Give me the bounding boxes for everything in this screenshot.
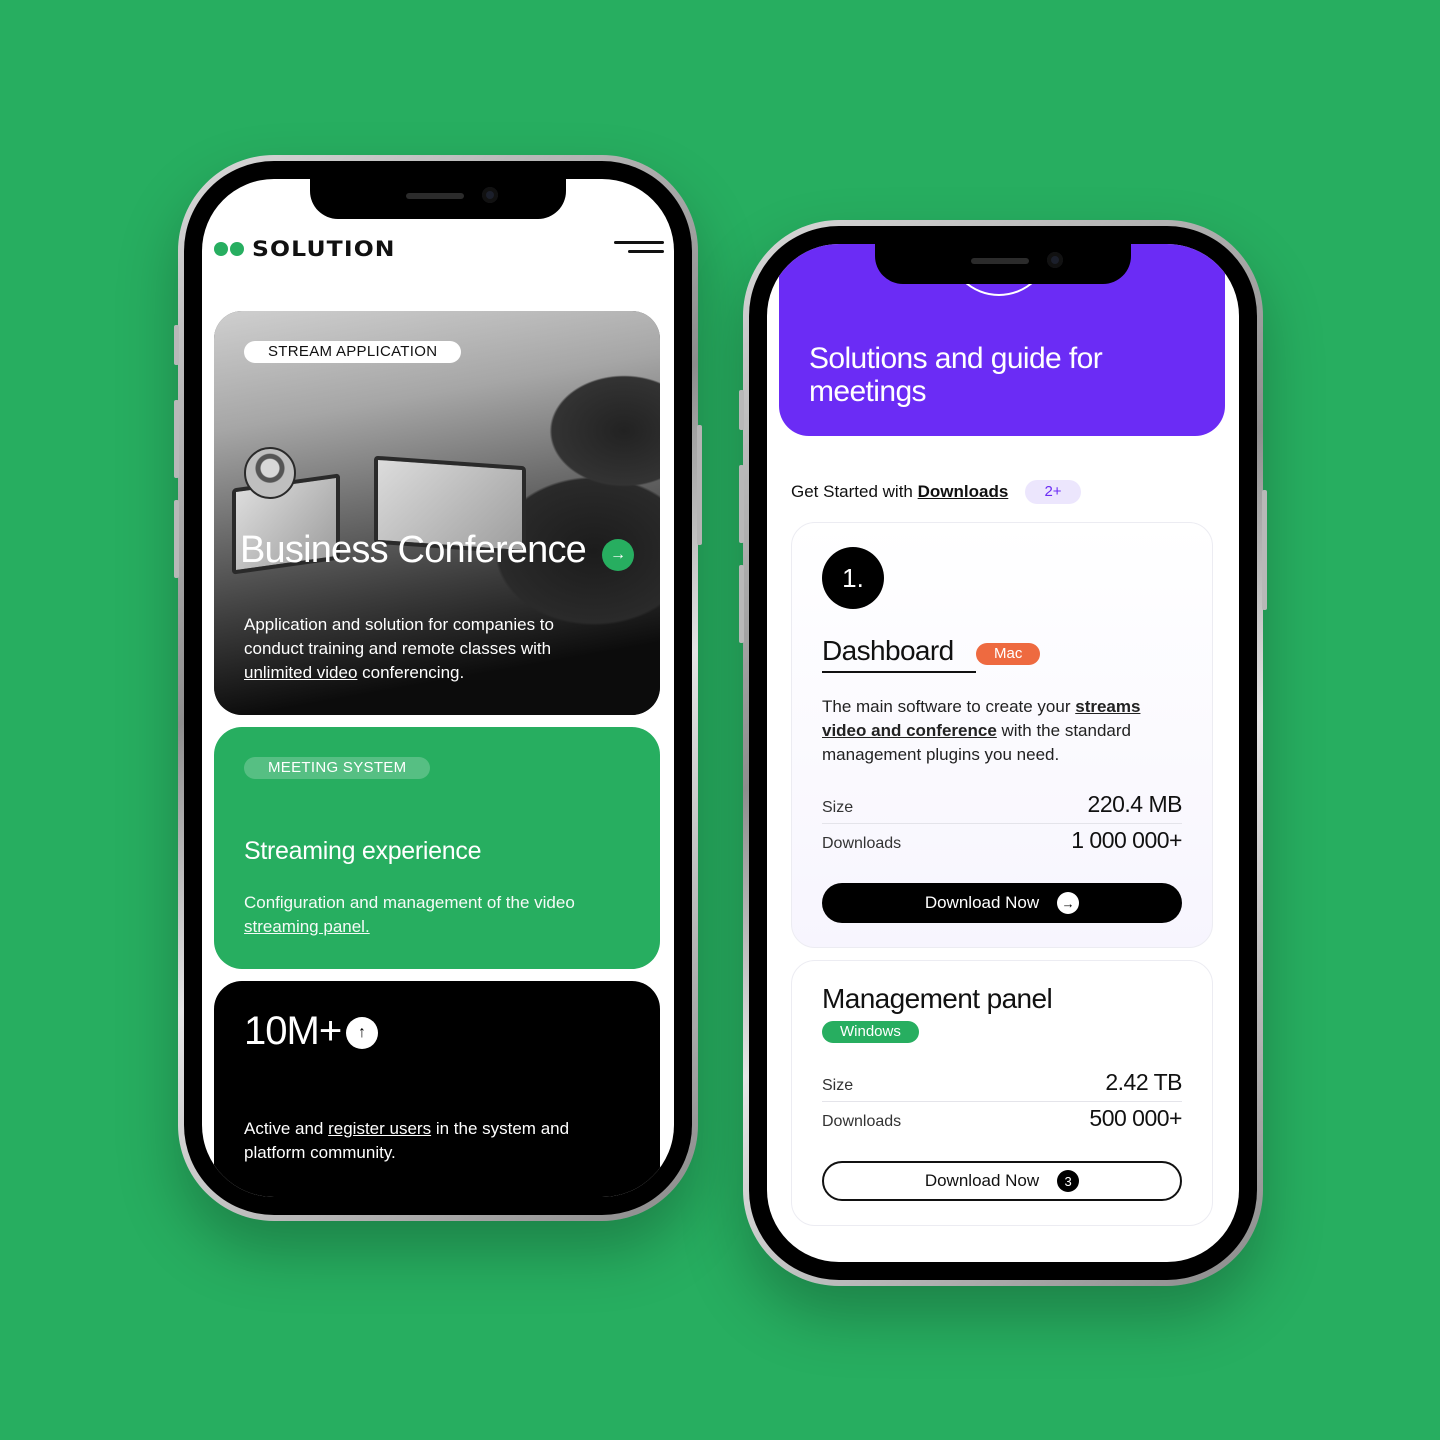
size-label: Size bbox=[822, 799, 854, 816]
notch bbox=[875, 244, 1131, 284]
speaker bbox=[406, 193, 464, 199]
count-badge: 2+ bbox=[1025, 480, 1081, 504]
streaming-panel-link[interactable]: streaming panel. bbox=[244, 917, 370, 936]
downloads-label: Downloads bbox=[822, 1113, 902, 1130]
register-users-link[interactable]: register users bbox=[328, 1119, 431, 1138]
avatar[interactable] bbox=[244, 447, 296, 499]
os-tag-windows: Windows bbox=[822, 1021, 919, 1043]
download-card-dashboard: 1. Dashboard Mac The main software to cr… bbox=[791, 522, 1213, 948]
unlimited-video-link[interactable]: unlimited video bbox=[244, 663, 357, 682]
category-tag: MEETING SYSTEM bbox=[244, 757, 431, 779]
card-title: Dashboard bbox=[822, 635, 954, 666]
side-button bbox=[174, 400, 179, 478]
brand-logo[interactable]: SOLUTION bbox=[214, 237, 395, 261]
card-title: Management panel bbox=[822, 983, 1053, 1014]
divider bbox=[822, 823, 1182, 824]
downloads-link[interactable]: Downloads bbox=[918, 482, 1009, 501]
phone-bezel: Solutions and guide for meetings Get Sta… bbox=[749, 226, 1257, 1280]
hero-title: Solutions and guide for meetings bbox=[809, 342, 1103, 408]
conference-card[interactable]: STREAM APPLICATION Business Conference →… bbox=[214, 311, 660, 715]
stat-value: 10M+ bbox=[244, 1009, 342, 1053]
category-tag: STREAM APPLICATION bbox=[244, 341, 462, 363]
side-button bbox=[697, 425, 702, 545]
button-label: Download Now bbox=[924, 1171, 1040, 1190]
download-now-button[interactable]: Download Now → bbox=[822, 883, 1182, 923]
speaker bbox=[971, 258, 1029, 264]
count-badge: 3 bbox=[1057, 1170, 1080, 1192]
phone-bezel: SOLUTION STREAM APPLICATION Business Con… bbox=[184, 161, 692, 1215]
card-title: Business Conference bbox=[240, 529, 587, 571]
screen: Solutions and guide for meetings Get Sta… bbox=[767, 244, 1239, 1262]
camera-icon bbox=[482, 187, 498, 203]
arrow-up-icon[interactable]: ↑ bbox=[346, 1017, 378, 1049]
side-button bbox=[1262, 490, 1267, 610]
downloads-label: Downloads bbox=[822, 835, 902, 852]
card-description: Configuration and management of the vide… bbox=[244, 893, 575, 936]
card-title: Streaming experience bbox=[244, 837, 482, 865]
phone-left: SOLUTION STREAM APPLICATION Business Con… bbox=[174, 155, 702, 1221]
logo-icon bbox=[214, 242, 244, 256]
download-card-management: Management panel Windows Size 2.42 TB Do… bbox=[791, 960, 1213, 1226]
arrow-right-icon[interactable]: → bbox=[602, 539, 634, 571]
stats-card: 10M+ ↑ Active and register users in the … bbox=[214, 981, 660, 1197]
card-description: The main software to create your streams… bbox=[822, 697, 1141, 764]
card-description: Active and register users in the system … bbox=[244, 1119, 570, 1162]
size-label: Size bbox=[822, 1077, 854, 1094]
camera-icon bbox=[1047, 252, 1063, 268]
notch bbox=[310, 179, 566, 219]
downloads-value: 500 000+ bbox=[1089, 1105, 1182, 1131]
get-started-text: Get Started with Downloads bbox=[791, 482, 1009, 501]
arrow-right-icon: → bbox=[1057, 892, 1080, 914]
size-value: 2.42 TB bbox=[1105, 1069, 1182, 1095]
side-button bbox=[174, 325, 179, 365]
side-button bbox=[739, 565, 744, 643]
title-underline bbox=[822, 671, 976, 673]
hamburger-icon[interactable] bbox=[614, 241, 664, 255]
downloads-value: 1 000 000+ bbox=[1071, 827, 1182, 853]
os-tag-mac: Mac bbox=[976, 643, 1041, 665]
brand-name: SOLUTION bbox=[252, 237, 396, 261]
side-button bbox=[174, 500, 179, 578]
size-value: 220.4 MB bbox=[1087, 791, 1183, 817]
button-label: Download Now bbox=[924, 893, 1040, 912]
side-button bbox=[739, 465, 744, 543]
phone-right: Solutions and guide for meetings Get Sta… bbox=[739, 220, 1267, 1286]
download-now-button[interactable]: Download Now 3 bbox=[822, 1161, 1182, 1201]
card-description: Application and solution for companies t… bbox=[244, 615, 554, 682]
side-button bbox=[739, 390, 744, 430]
divider bbox=[822, 1101, 1182, 1102]
streaming-card[interactable]: MEETING SYSTEM Streaming experience Conf… bbox=[214, 727, 660, 969]
step-number: 1. bbox=[822, 547, 884, 609]
screen: SOLUTION STREAM APPLICATION Business Con… bbox=[202, 179, 674, 1197]
